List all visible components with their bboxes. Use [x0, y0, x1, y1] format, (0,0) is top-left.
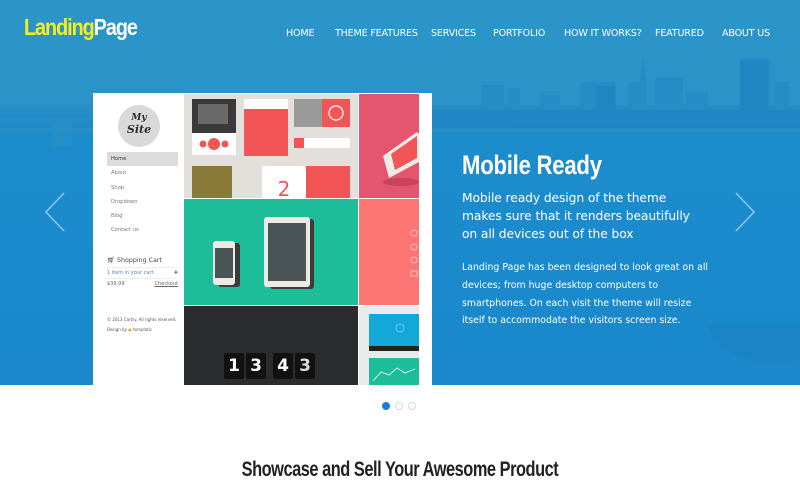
flip-clock-digit: 1	[224, 353, 244, 379]
nav-item-theme-features[interactable]: THEME FEATURES	[335, 28, 418, 39]
slide-caption: Mobile Ready Mobile ready design of the …	[462, 150, 722, 330]
mockup-cart: 🛒︎ Shopping Cart 1 item in your cart ✚ $3…	[107, 255, 178, 289]
icons-illustration	[410, 229, 418, 277]
slider-dot-1[interactable]	[382, 402, 390, 410]
mockup-menu-item: Shop	[111, 184, 125, 191]
mockup-menu-item: About	[111, 170, 127, 177]
brand-logo[interactable]: LandingPage	[24, 14, 138, 41]
mockup-phone-tile	[359, 94, 419, 198]
calendar-date-text: 2	[278, 177, 291, 198]
mockup-design-by-label: Design by	[107, 327, 127, 332]
nav-item-how-it-works[interactable]: HOW IT WORKS?	[564, 28, 642, 39]
mockup-cart-title-text: Shopping Cart	[117, 257, 162, 264]
mockup-cart-items: 1 item in your cart	[107, 270, 154, 276]
mockup-menu-item: Blog	[111, 213, 123, 220]
brand-logo-part1: Landing	[24, 14, 95, 40]
nav-item-portfolio[interactable]: PORTFOLIO	[493, 28, 545, 39]
flip-clock-digit: 4	[273, 353, 293, 379]
slider-next-button[interactable]	[734, 192, 756, 232]
mockup-menu-item: Home	[107, 152, 178, 167]
mockup-grid: 2 1 3 4 3	[183, 93, 432, 385]
mockup-menu: Home About Shop Dropdown Blog Contact us	[107, 152, 178, 238]
mockup-designer: templatic	[133, 327, 152, 332]
chevron-left-icon	[44, 192, 65, 232]
mockup-sidebar: My Site Home About Shop Dropdown Blog Co…	[93, 93, 183, 385]
mockup-menu-item: Contact us	[111, 227, 139, 234]
slide-image-mockup: My Site Home About Shop Dropdown Blog Co…	[93, 93, 432, 385]
templatic-logo-icon: ●	[128, 327, 132, 332]
devices-illustration	[213, 217, 314, 289]
mockup-footer: © 2013 Cartsy. All rights reserved. Desi…	[107, 315, 176, 335]
flip-clock: 1 3 4 3	[224, 353, 315, 379]
mockup-cart-price-row: $39.99 Checkout	[107, 278, 178, 289]
mockup-cart-checkout: Checkout	[154, 281, 178, 287]
phone-illustration	[383, 132, 419, 186]
slider-prev-button[interactable]	[44, 192, 66, 232]
mockup-menu-item: Dropdown	[111, 198, 138, 205]
ui-widgets-illustration: 2	[192, 99, 350, 198]
media-chart-illustration	[369, 314, 419, 385]
mockup-flip-clock-tile: 1 3 4 3	[184, 306, 358, 385]
nav-item-services[interactable]: SERVICES	[431, 28, 476, 39]
mockup-cart-title: 🛒︎ Shopping Cart	[107, 255, 178, 267]
brand-logo-part2: Page	[93, 14, 138, 40]
mockup-devices-tile	[184, 199, 358, 305]
nav-item-featured[interactable]: FEATURED	[655, 28, 704, 39]
slider-pagination	[382, 402, 416, 410]
mockup-cart-items-row: 1 item in your cart ✚	[107, 267, 178, 278]
flip-clock-digit: 3	[246, 353, 266, 379]
mockup-logo-line2: Site	[126, 123, 152, 136]
flip-clock-digit: 3	[295, 353, 315, 379]
section-heading-text: Showcase and Sell Your Awesome Product	[241, 458, 559, 481]
section-heading: Showcase and Sell Your Awesome Product	[0, 458, 800, 482]
nav-item-about-us[interactable]: ABOUT US	[722, 28, 770, 39]
mockup-media-tile	[359, 306, 419, 385]
cart-icon: 🛒︎	[107, 257, 117, 264]
mockup-widgets-tile: 2	[184, 94, 358, 198]
slide-body: Landing Page has been designed to look g…	[462, 262, 709, 327]
chevron-right-icon	[735, 192, 756, 232]
mockup-icons-tile	[359, 199, 419, 305]
slide-title: Mobile Ready	[462, 150, 602, 180]
slide-subtitle: Mobile ready design of the theme makes s…	[462, 191, 690, 241]
slider-dot-2[interactable]	[395, 402, 403, 410]
mockup-copyright: © 2013 Cartsy. All rights reserved.	[107, 317, 177, 322]
nav-item-home[interactable]: HOME	[286, 28, 315, 39]
hero-slider: LandingPage HOME THEME FEATURES SERVICES…	[0, 0, 800, 385]
slider-dot-3[interactable]	[408, 402, 416, 410]
mockup-design-by: Design by ● templatic	[107, 325, 176, 335]
mockup-site-logo: My Site	[118, 105, 160, 147]
mockup-cart-price: $39.99	[107, 281, 125, 287]
plus-icon: ✚	[173, 270, 178, 276]
